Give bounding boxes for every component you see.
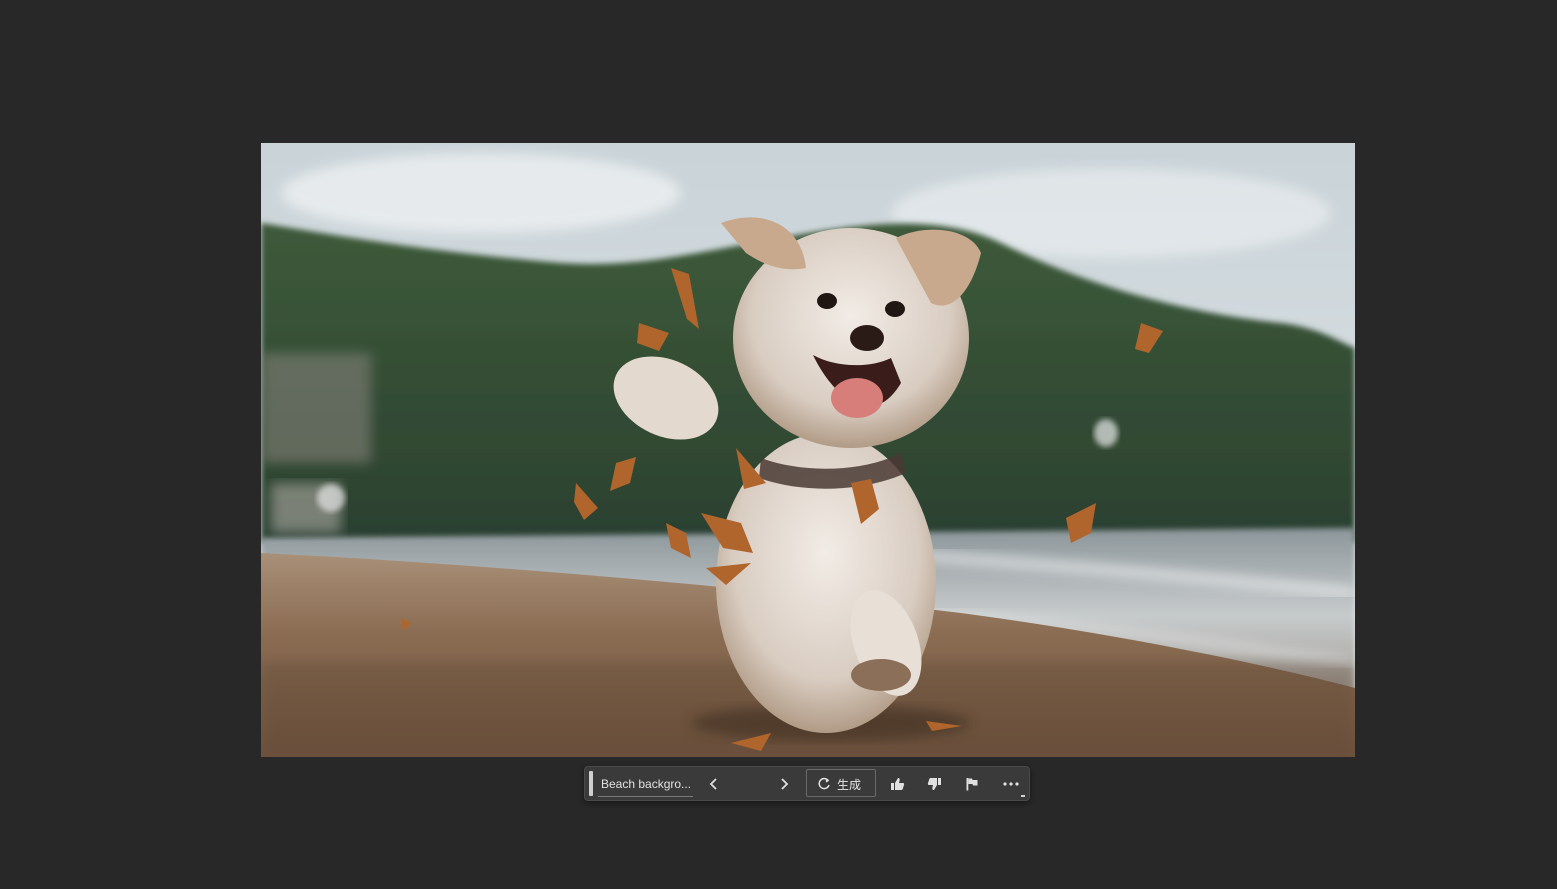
chevron-left-icon bbox=[709, 778, 717, 790]
prompt-text[interactable]: Beach backgro... bbox=[601, 777, 691, 791]
more-options-icon bbox=[1003, 782, 1019, 786]
generate-button[interactable]: 生成 bbox=[806, 769, 876, 797]
contextual-task-bar: Beach backgro... 生成 bbox=[584, 766, 1030, 801]
flag-icon bbox=[966, 778, 978, 791]
canvas-image[interactable] bbox=[261, 143, 1355, 757]
thumbs-up-icon bbox=[890, 778, 904, 790]
refresh-icon bbox=[818, 777, 830, 790]
thumbs-down-icon bbox=[927, 778, 941, 790]
thumbs-up-button[interactable] bbox=[884, 772, 910, 796]
next-variation-button[interactable] bbox=[771, 772, 797, 796]
generate-label: 生成 bbox=[837, 778, 862, 792]
thumbs-down-button[interactable] bbox=[921, 772, 947, 796]
grip-handle-icon[interactable] bbox=[589, 771, 593, 796]
previous-variation-button[interactable] bbox=[701, 772, 727, 796]
bar-corner-marker bbox=[1021, 795, 1025, 797]
report-button[interactable] bbox=[959, 772, 985, 796]
more-options-button[interactable] bbox=[998, 772, 1024, 796]
chevron-right-icon bbox=[781, 778, 789, 790]
workspace: Beach backgro... 生成 bbox=[0, 0, 1557, 889]
prompt-input[interactable]: Beach backgro... bbox=[598, 770, 693, 797]
dog-beach-photo bbox=[261, 143, 1355, 757]
